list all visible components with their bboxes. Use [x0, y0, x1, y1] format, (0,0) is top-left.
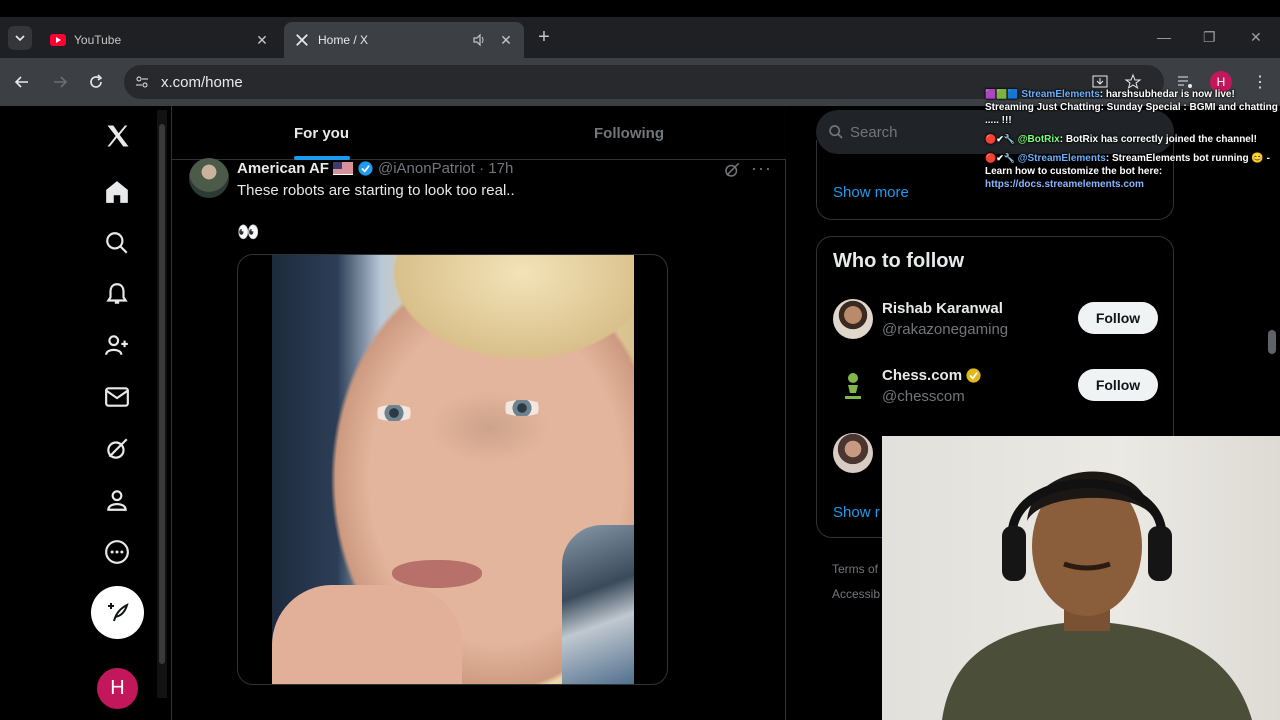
suggestion-name[interactable]: Rishab Karanwal [882, 300, 1003, 317]
compose-post-button[interactable] [91, 586, 144, 639]
url-text[interactable]: x.com/home [161, 74, 243, 91]
chat-message: 🟪🟩🟦 StreamElements: harshsubhedar is now… [985, 88, 1280, 127]
speaker-icon[interactable] [472, 33, 488, 47]
suggestion-handle[interactable]: @rakazonegaming [882, 321, 1008, 338]
tweet-emoji: 👀 [237, 222, 260, 242]
more-options-icon[interactable] [103, 538, 131, 566]
account-avatar[interactable]: H [97, 668, 138, 709]
reload-icon [90, 74, 103, 88]
follow-button[interactable]: Follow [1078, 369, 1158, 401]
chat-badges-icon: 🔴✔🔧 [985, 134, 1015, 144]
chat-username: @StreamElements [1017, 153, 1106, 164]
tweet-media[interactable] [237, 254, 668, 685]
close-tab-icon[interactable]: ✕ [498, 32, 514, 49]
grok-analyze-icon[interactable] [723, 161, 741, 179]
chevron-down-icon [15, 35, 25, 42]
tweet-author-name[interactable]: American AF [237, 160, 329, 177]
suggestion-avatar[interactable] [833, 433, 873, 473]
webcam-person-figure [942, 471, 1252, 720]
arrow-right-icon [54, 76, 68, 88]
chat-username: @BotRix [1017, 134, 1060, 145]
tab-x-home[interactable]: Home / X ✕ [284, 22, 524, 58]
explore-search-icon[interactable] [103, 229, 131, 257]
tweet-more-icon[interactable]: ··· [751, 158, 772, 179]
chess-pawn-avatar[interactable] [833, 366, 873, 406]
profile-icon[interactable] [103, 486, 131, 514]
close-window-icon[interactable]: ✕ [1250, 29, 1262, 46]
chat-badges-icon: 🟪🟩🟦 [985, 89, 1019, 99]
timeline: For you Following American AF @iAnonPatr… [171, 106, 786, 720]
window-scrollbar-thumb[interactable] [1268, 330, 1276, 354]
photo-eye-left [372, 405, 416, 421]
reload-button[interactable] [84, 70, 108, 94]
footer-terms-link[interactable]: Terms of [832, 562, 878, 576]
arrow-left-icon [14, 76, 28, 88]
photo-robotic-neck [562, 525, 634, 684]
messages-mail-icon[interactable] [103, 383, 131, 411]
tab-following[interactable]: Following [594, 125, 664, 142]
suggestion-avatar[interactable] [833, 299, 873, 339]
feed-tabs: For you Following [172, 106, 786, 160]
x-logo-icon [294, 32, 310, 48]
suggestion-handle[interactable]: @chesscom [882, 388, 965, 405]
tweet-header: American AF @iAnonPatriot · 17h [237, 160, 513, 177]
page-scrollbar[interactable] [157, 110, 167, 698]
tab-for-you[interactable]: For you [294, 125, 349, 142]
us-flag-icon [332, 162, 353, 175]
photo-hand [272, 585, 462, 684]
chat-message: 🔴✔🔧 @StreamElements: StreamElements bot … [985, 152, 1280, 191]
minimize-icon[interactable]: — [1157, 29, 1171, 45]
close-tab-icon[interactable]: ✕ [254, 32, 270, 49]
follow-add-user-icon[interactable] [103, 331, 131, 359]
home-icon[interactable] [103, 178, 131, 206]
scrollbar-thumb[interactable] [159, 124, 165, 664]
youtube-icon [50, 32, 66, 48]
notifications-bell-icon[interactable] [103, 280, 131, 308]
gold-verified-badge-icon [965, 367, 982, 384]
tweet-handle-time[interactable]: @iAnonPatriot · 17h [378, 160, 513, 177]
chat-badges-icon: 🔴✔🔧 [985, 153, 1015, 163]
suggestion-name-text[interactable]: Chess.com [882, 367, 962, 384]
chat-link[interactable]: https://docs.streamelements.com [985, 179, 1144, 190]
tab-youtube[interactable]: YouTube ✕ [40, 22, 280, 58]
tweet-author-avatar[interactable] [189, 158, 229, 198]
back-button[interactable] [10, 70, 34, 94]
chat-message: 🔴✔🔧 @BotRix: BotRix has correctly joined… [985, 133, 1280, 146]
browser-tab-bar: YouTube ✕ Home / X ✕ + — ❐ ✕ [0, 0, 1280, 58]
footer-accessibility-link[interactable]: Accessib [832, 587, 880, 601]
new-tab-button[interactable]: + [534, 26, 554, 49]
trends-show-more-link[interactable]: Show more [833, 184, 909, 201]
tab-title: Home / X [318, 33, 369, 47]
suggestion-name[interactable]: Chess.com [882, 367, 982, 384]
photo-lips [392, 560, 482, 588]
webcam-overlay [882, 436, 1280, 720]
tweet-photo[interactable] [272, 255, 634, 684]
search-placeholder: Search [850, 124, 898, 141]
tab-search-button[interactable] [8, 26, 32, 50]
feather-plus-icon [107, 602, 129, 621]
x-logo-icon[interactable] [103, 121, 133, 151]
forward-button[interactable] [48, 70, 72, 94]
search-icon [828, 124, 844, 140]
stream-chat-overlay: 🟪🟩🟦 StreamElements: harshsubhedar is now… [985, 88, 1280, 197]
verified-badge-icon [357, 160, 374, 177]
restore-icon[interactable]: ❐ [1203, 29, 1216, 46]
photo-eye-right [500, 400, 544, 416]
chat-username: StreamElements [1021, 89, 1100, 100]
grok-icon[interactable] [103, 435, 131, 463]
tweet-text: These robots are starting to look too re… [237, 182, 515, 199]
follow-button[interactable]: Follow [1078, 302, 1158, 334]
follow-show-more-link[interactable]: Show r [833, 504, 880, 521]
site-info-icon[interactable] [134, 74, 150, 90]
who-to-follow-title: Who to follow [833, 250, 965, 272]
tab-title: YouTube [74, 33, 122, 47]
chat-text: : BotRix has correctly joined the channe… [1059, 134, 1257, 145]
